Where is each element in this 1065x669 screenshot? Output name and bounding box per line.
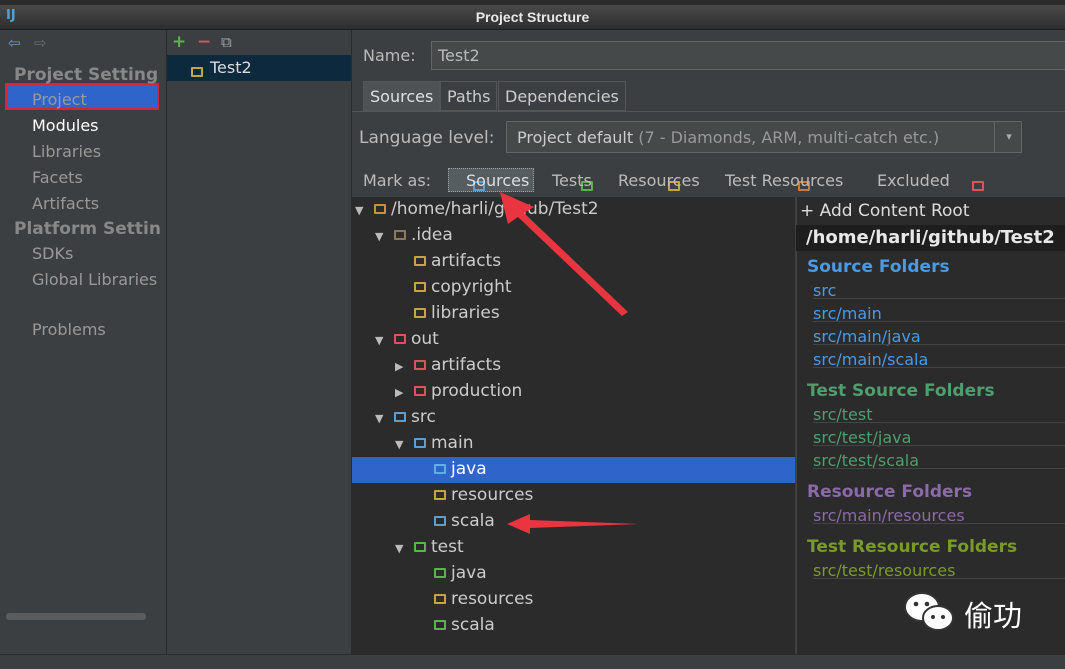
wechat-watermark: 偷功 bbox=[902, 590, 1062, 634]
wechat-icon bbox=[904, 592, 954, 631]
annotation-arrow-sources bbox=[500, 192, 628, 316]
annotation-arrows bbox=[500, 192, 640, 534]
watermark-text: 偷功 bbox=[964, 599, 1023, 633]
annotation-arrow-scala bbox=[507, 514, 640, 534]
